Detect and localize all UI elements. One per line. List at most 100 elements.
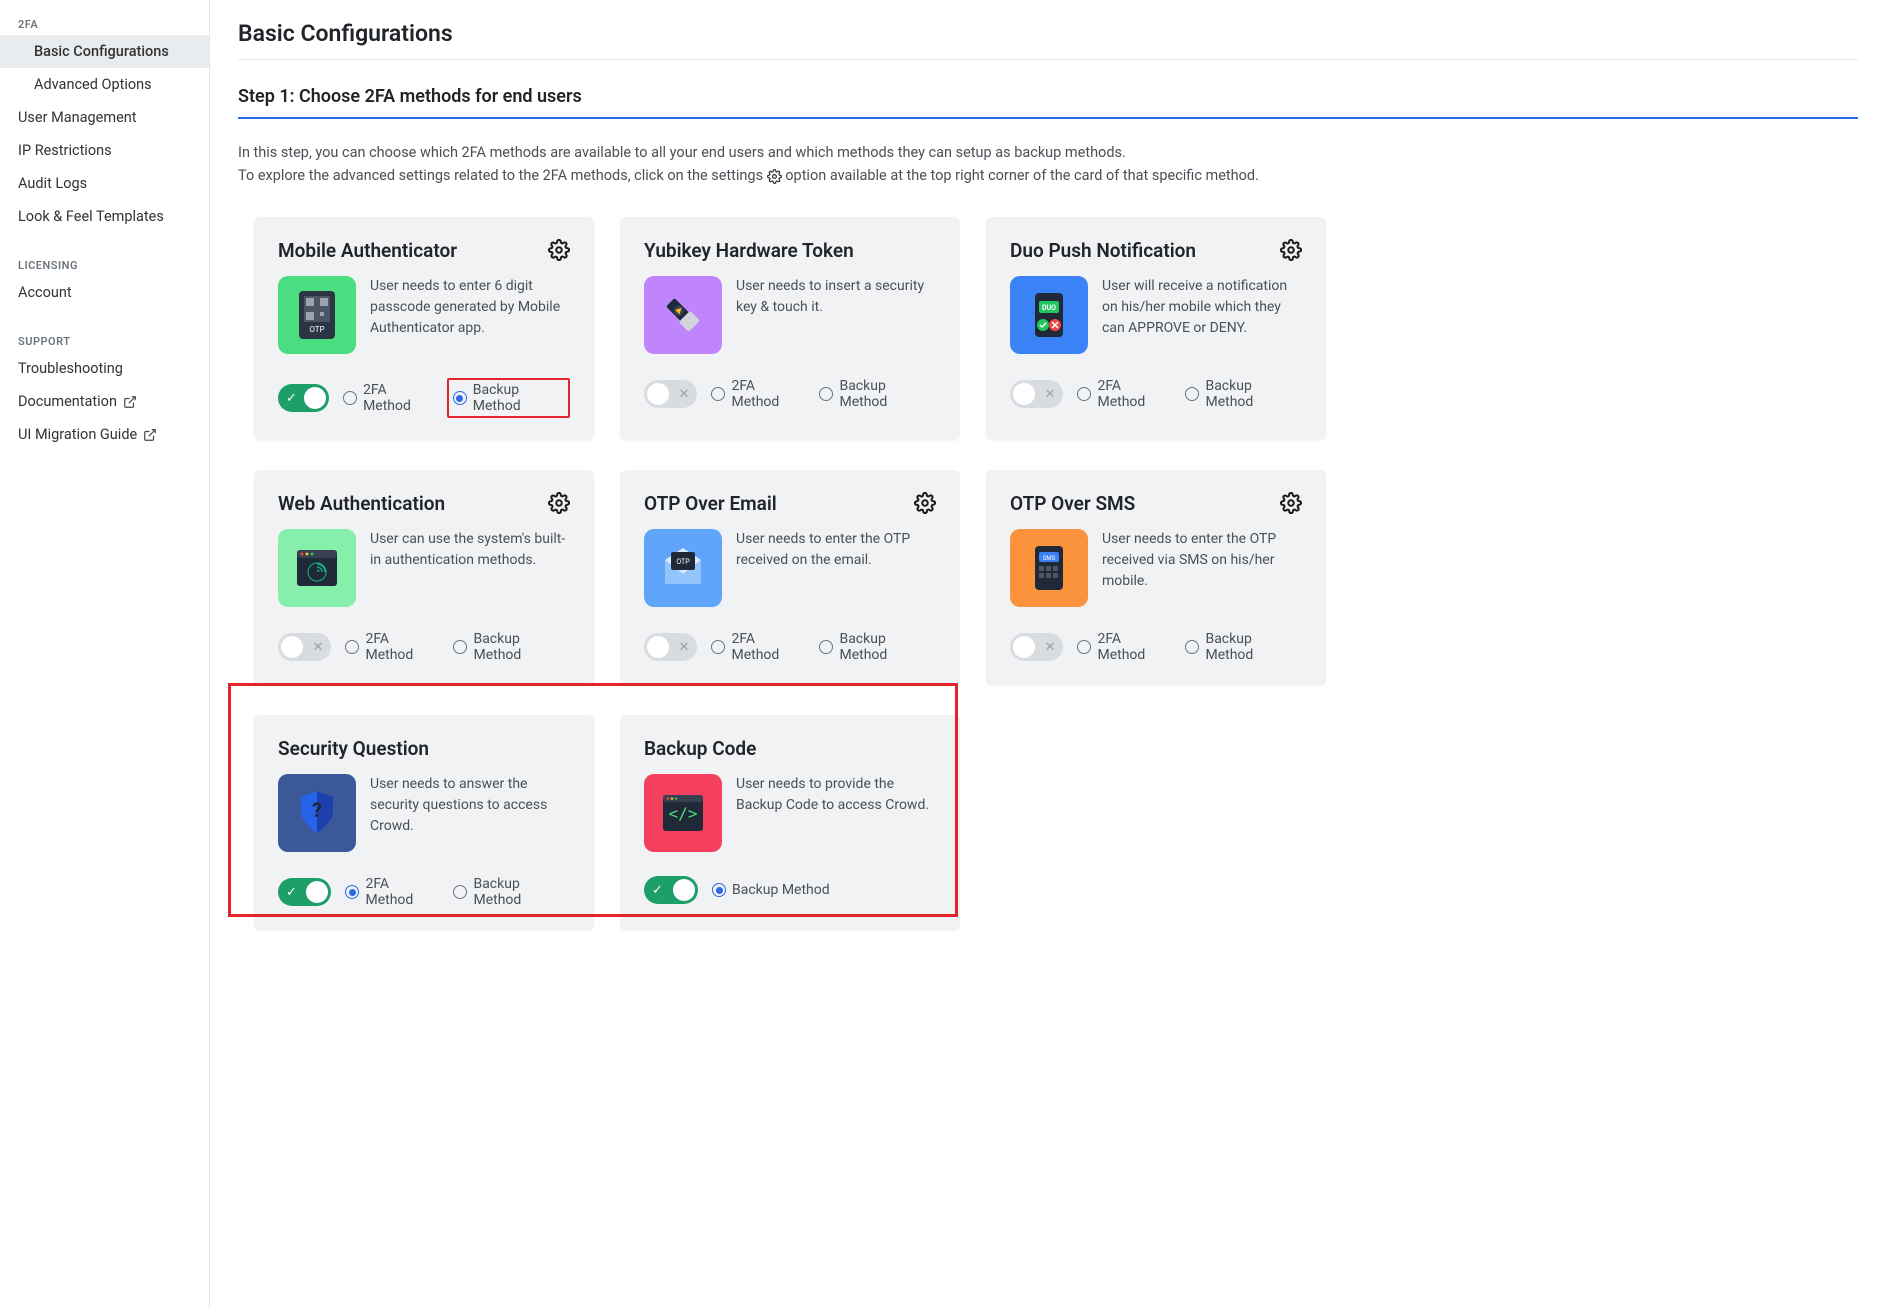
close-icon: ✕ — [679, 387, 690, 402]
card-otp-email: OTP Over Email OTP User needs to enter t… — [620, 470, 960, 685]
radio-2fa-web-auth[interactable] — [345, 640, 359, 654]
radio-label-2fa-otp-sms: 2FA Method — [1097, 631, 1171, 663]
card-footer: ✕ 2FA Method Backup Method — [278, 631, 570, 663]
radio-2fa-mobile-auth[interactable] — [343, 391, 357, 405]
intro-text: In this step, you can choose which 2FA m… — [238, 141, 1858, 187]
external-link-icon — [143, 428, 157, 442]
sidebar-item-basic-config[interactable]: Basic Configurations — [0, 35, 209, 68]
sidebar-item-ip-restrictions[interactable]: IP Restrictions — [0, 134, 209, 167]
radio-backup-mobile-auth[interactable] — [453, 391, 467, 405]
check-icon: ✓ — [652, 883, 663, 898]
gear-icon[interactable] — [1280, 492, 1302, 514]
radio-backup-duo-push[interactable] — [1185, 387, 1199, 401]
radio-2fa-yubikey[interactable] — [711, 387, 725, 401]
svg-text:OTP: OTP — [676, 558, 690, 566]
card-title: OTP Over Email — [644, 492, 777, 515]
svg-text:DUO: DUO — [1042, 304, 1056, 312]
highlight-annotation: Backup Method — [447, 378, 570, 418]
sidebar-item-documentation[interactable]: Documentation — [0, 385, 209, 418]
radio-label-2fa-web-auth: 2FA Method — [365, 631, 439, 663]
toggle-otp-sms[interactable]: ✕ — [1010, 633, 1063, 661]
radio-backup-security-question[interactable] — [453, 885, 467, 899]
gear-icon[interactable] — [548, 492, 570, 514]
card-yubikey: Yubikey Hardware Token User needs to ins… — [620, 217, 960, 440]
toggle-mobile-auth[interactable]: ✓ — [278, 384, 329, 412]
radio-backup-backup-code[interactable] — [712, 883, 726, 897]
main-content: Basic Configurations Step 1: Choose 2FA … — [210, 0, 1886, 1308]
radio-backup-web-auth[interactable] — [453, 640, 467, 654]
external-link-icon — [123, 395, 137, 409]
card-footer: ✓ Backup Method — [644, 876, 936, 904]
toggle-backup-code[interactable]: ✓ — [644, 876, 698, 904]
card-footer: ✕ 2FA Method Backup Method — [644, 378, 936, 410]
radio-label-backup-otp-sms: Backup Method — [1205, 631, 1302, 663]
step-title: Step 1: Choose 2FA methods for end users — [238, 86, 1858, 119]
radio-2fa-security-question[interactable] — [345, 885, 359, 899]
svg-text:SMS: SMS — [1043, 555, 1056, 562]
card-footer: ✕ 2FA Method Backup Method — [644, 631, 936, 663]
card-title: Backup Code — [644, 737, 756, 760]
close-icon: ✕ — [1045, 387, 1056, 402]
card-mobile-auth: Mobile Authenticator OTP User needs to e… — [254, 217, 594, 440]
toggle-otp-email[interactable]: ✕ — [644, 633, 697, 661]
card-icon-web-auth — [278, 529, 356, 607]
card-description: User needs to provide the Backup Code to… — [736, 774, 936, 852]
sidebar-item-user-management[interactable]: User Management — [0, 101, 209, 134]
radio-label-backup-security-question: Backup Method — [473, 876, 570, 908]
radio-label-backup-duo-push: Backup Method — [1205, 378, 1302, 410]
radio-backup-otp-email[interactable] — [819, 640, 833, 654]
page-title: Basic Configurations — [238, 20, 1858, 60]
radio-label-2fa-duo-push: 2FA Method — [1097, 378, 1171, 410]
gear-icon[interactable] — [1280, 239, 1302, 261]
toggle-duo-push[interactable]: ✕ — [1010, 380, 1063, 408]
card-icon-otp-email: OTP — [644, 529, 722, 607]
svg-text:?: ? — [312, 798, 322, 822]
check-icon: ✓ — [286, 885, 297, 900]
sidebar-item-troubleshooting[interactable]: Troubleshooting — [0, 352, 209, 385]
card-otp-sms: OTP Over SMS SMS User needs to enter the… — [986, 470, 1326, 685]
gear-icon[interactable] — [548, 239, 570, 261]
card-description: User can use the system's built-in authe… — [370, 529, 570, 607]
sidebar-section-licensing: LICENSING — [0, 251, 209, 276]
card-title: OTP Over SMS — [1010, 492, 1135, 515]
card-description: User will receive a notification on his/… — [1102, 276, 1302, 354]
card-description: User needs to enter 6 digit passcode gen… — [370, 276, 570, 354]
sidebar-item-ui-migration[interactable]: UI Migration Guide — [0, 418, 209, 451]
radio-label-backup-web-auth: Backup Method — [473, 631, 570, 663]
radio-2fa-duo-push[interactable] — [1077, 387, 1091, 401]
toggle-web-auth[interactable]: ✕ — [278, 633, 331, 661]
sidebar-item-advanced-options[interactable]: Advanced Options — [0, 68, 209, 101]
card-icon-otp-sms: SMS — [1010, 529, 1088, 607]
card-icon-security-question: ? — [278, 774, 356, 852]
radio-backup-otp-sms[interactable] — [1185, 640, 1199, 654]
sidebar-item-audit-logs[interactable]: Audit Logs — [0, 167, 209, 200]
card-security-question: Security Question ? User needs to answer… — [254, 715, 594, 930]
sidebar-item-account[interactable]: Account — [0, 276, 209, 309]
card-icon-yubikey — [644, 276, 722, 354]
sidebar-item-look-feel[interactable]: Look & Feel Templates — [0, 200, 209, 233]
card-footer: ✕ 2FA Method Backup Method — [1010, 378, 1302, 410]
gear-icon[interactable] — [914, 492, 936, 514]
toggle-yubikey[interactable]: ✕ — [644, 380, 697, 408]
radio-label-2fa-otp-email: 2FA Method — [731, 631, 805, 663]
card-backup-code: Backup Code </> User needs to provide th… — [620, 715, 960, 930]
card-icon-duo-push: DUO — [1010, 276, 1088, 354]
svg-text:</>: </> — [669, 804, 698, 823]
radio-backup-yubikey[interactable] — [819, 387, 833, 401]
card-web-auth: Web Authentication User can use the syst… — [254, 470, 594, 685]
card-description: User needs to answer the security questi… — [370, 774, 570, 852]
radio-label-backup-yubikey: Backup Method — [839, 378, 936, 410]
card-description: User needs to enter the OTP received on … — [736, 529, 936, 607]
card-title: Web Authentication — [278, 492, 445, 515]
toggle-security-question[interactable]: ✓ — [278, 878, 331, 906]
card-duo-push: Duo Push Notification DUO User will rece… — [986, 217, 1326, 440]
card-description: User needs to insert a security key & to… — [736, 276, 936, 354]
radio-2fa-otp-email[interactable] — [711, 640, 725, 654]
card-footer: ✓ 2FA Method Backup Method — [278, 876, 570, 908]
card-icon-mobile-auth: OTP — [278, 276, 356, 354]
radio-2fa-otp-sms[interactable] — [1077, 640, 1091, 654]
card-icon-backup-code: </> — [644, 774, 722, 852]
cards-grid: Mobile Authenticator OTP User needs to e… — [238, 217, 1858, 930]
card-title: Yubikey Hardware Token — [644, 239, 854, 262]
sidebar-section-2fa: 2FA — [0, 10, 209, 35]
